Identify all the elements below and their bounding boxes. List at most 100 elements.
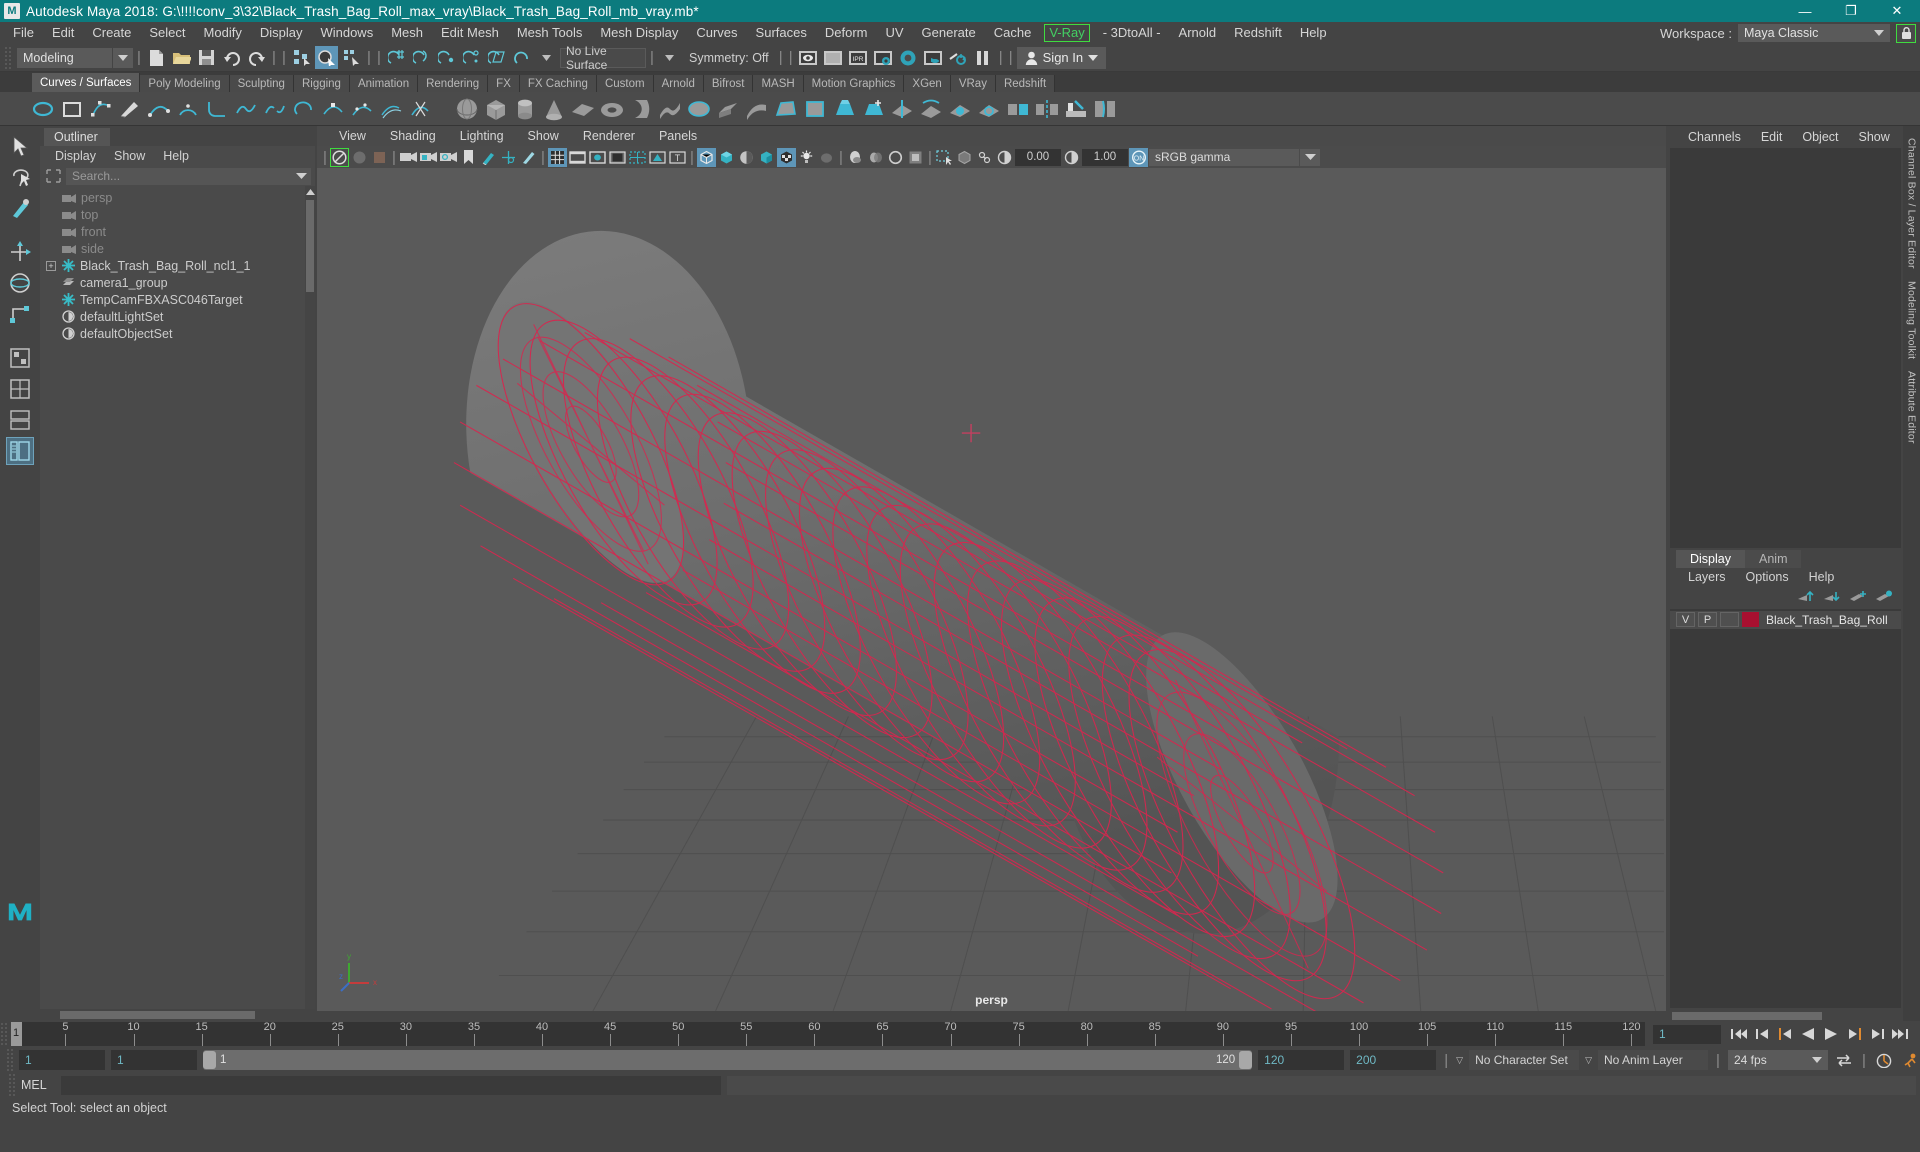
range-slider[interactable]: 1 120 <box>203 1050 1253 1070</box>
anim-layer-field[interactable]: No Anim Layer <box>1598 1050 1708 1070</box>
film-gate-icon[interactable] <box>568 148 587 167</box>
new-layer-from-selection-icon[interactable] <box>1850 590 1867 603</box>
surface-fillet-icon[interactable] <box>1092 96 1118 122</box>
anim-end-field[interactable]: 200 <box>1350 1050 1437 1070</box>
nurbs-cylinder-icon[interactable] <box>512 96 538 122</box>
time-slider[interactable]: 1 5 10 15 20 25 30 35 40 45 50 55 60 65 70 75 80 85 90 95 1… <box>11 1021 1645 1046</box>
grease-pencil-icon[interactable] <box>479 148 498 167</box>
channelbox-menu-show[interactable]: Show <box>1849 130 1900 144</box>
scroll-up-icon[interactable] <box>305 186 315 198</box>
bookmark-camera-icon[interactable] <box>439 148 458 167</box>
current-time-field[interactable]: 1 <box>1653 1024 1721 1044</box>
range-end-field[interactable]: 120 <box>1258 1050 1345 1070</box>
scrollbar-thumb[interactable] <box>1672 1011 1822 1020</box>
oil-paint-icon[interactable] <box>519 148 538 167</box>
command-output[interactable] <box>727 1075 1916 1095</box>
menu-surfaces[interactable]: Surfaces <box>747 22 816 44</box>
menu-mesh-tools[interactable]: Mesh Tools <box>508 22 592 44</box>
tab-display-layers[interactable]: Display <box>1676 549 1745 568</box>
auto-keyframe-icon[interactable] <box>1874 1050 1894 1070</box>
shelf-tab-fx[interactable]: FX <box>488 75 520 92</box>
persp-graph-layout-icon[interactable] <box>6 406 34 434</box>
exposure-field[interactable]: 0.00 <box>1015 148 1061 166</box>
shelf-tab-custom[interactable]: Custom <box>596 75 654 92</box>
field-chart-icon[interactable] <box>628 148 647 167</box>
two-d-pan-zoom-icon[interactable] <box>419 148 438 167</box>
maximize-button[interactable]: ❐ <box>1828 0 1874 22</box>
menu-generate[interactable]: Generate <box>913 22 985 44</box>
arc-three-point-icon[interactable] <box>175 96 201 122</box>
chevron-down-icon[interactable] <box>535 46 558 69</box>
command-input[interactable] <box>61 1075 721 1095</box>
toolbar-drag-handle[interactable] <box>4 45 11 70</box>
four-view-layout-icon[interactable] <box>6 375 34 403</box>
outliner-item-default-light-set[interactable]: defaultLightSet <box>40 308 315 325</box>
step-back-keyframe-icon[interactable] <box>1752 1024 1772 1044</box>
detach-curves-icon[interactable] <box>262 96 288 122</box>
chevron-down-icon[interactable] <box>1300 148 1320 166</box>
outliner-item-front[interactable]: front <box>40 223 315 240</box>
shelf-tab-bifrost[interactable]: Bifrost <box>703 75 754 92</box>
vtab-attribute-editor[interactable]: Attribute Editor <box>1906 365 1918 450</box>
menu-vray[interactable]: V-Ray <box>1044 24 1090 42</box>
layers-menu-options[interactable]: Options <box>1736 570 1799 584</box>
chevron-down-icon[interactable] <box>658 46 681 69</box>
undo-icon[interactable] <box>220 46 243 69</box>
multisample-icon[interactable] <box>886 148 905 167</box>
go-to-start-icon[interactable] <box>1729 1024 1749 1044</box>
menu-curves[interactable]: Curves <box>687 22 746 44</box>
symmetry-selector[interactable]: Symmetry: Off <box>683 51 775 65</box>
nurbs-circle-icon[interactable] <box>30 96 56 122</box>
exposure-icon[interactable] <box>995 148 1014 167</box>
save-scene-icon[interactable] <box>195 46 218 69</box>
resolution-gate-icon[interactable] <box>588 148 607 167</box>
viewport-menu-panels[interactable]: Panels <box>647 129 709 143</box>
flat-shade-icon[interactable] <box>757 148 776 167</box>
shelf-tab-arnold[interactable]: Arnold <box>653 75 704 92</box>
persp-viewport[interactable]: y x z persp <box>317 168 1666 1011</box>
nurbs-cube-icon[interactable] <box>483 96 509 122</box>
workspace-value[interactable]: Maya Classic <box>1738 24 1868 42</box>
channel-box-content[interactable] <box>1670 148 1901 548</box>
select-tool-icon[interactable] <box>6 132 34 160</box>
hypershade-icon[interactable] <box>897 46 920 69</box>
shelf-tab-sculpting[interactable]: Sculpting <box>229 75 294 92</box>
chevron-down-icon[interactable] <box>1868 24 1890 42</box>
trim-tool-icon[interactable] <box>947 96 973 122</box>
paint-select-tool-icon[interactable] <box>6 194 34 222</box>
menu-help[interactable]: Help <box>1291 22 1336 44</box>
layer-visibility-toggle[interactable]: V <box>1676 612 1695 627</box>
playback-loop-icon[interactable] <box>1834 1050 1854 1070</box>
open-scene-icon[interactable] <box>170 46 193 69</box>
menu-set-selector[interactable]: Modeling <box>17 47 112 68</box>
scale-tool-icon[interactable] <box>6 300 34 328</box>
step-back-frame-icon[interactable] <box>1775 1024 1795 1044</box>
gate-mask-icon[interactable] <box>608 148 627 167</box>
snap-to-projected-center-icon[interactable] <box>460 46 483 69</box>
menu-modify[interactable]: Modify <box>195 22 251 44</box>
cv-curve-tool-icon[interactable] <box>88 96 114 122</box>
camera-attributes-icon[interactable] <box>370 148 389 167</box>
shaded-textured-icon[interactable] <box>737 148 756 167</box>
lock-icon[interactable] <box>1896 23 1916 43</box>
offset-curve-icon[interactable] <box>378 96 404 122</box>
menu-select[interactable]: Select <box>140 22 194 44</box>
magnet-icon[interactable] <box>510 46 533 69</box>
vtab-channel-box-layer-editor[interactable]: Channel Box / Layer Editor <box>1906 132 1918 275</box>
tab-anim-layers[interactable]: Anim <box>1745 549 1802 568</box>
playback-speed-selector[interactable]: 24 fps <box>1728 1050 1806 1070</box>
lasso-select-tool-icon[interactable] <box>6 163 34 191</box>
color-space-selector[interactable]: sRGB gamma <box>1149 148 1299 166</box>
command-language-label[interactable]: MEL <box>21 1078 55 1092</box>
bevel-plus-icon[interactable] <box>860 96 886 122</box>
layer-color-swatch[interactable] <box>1742 612 1759 627</box>
layer-name[interactable]: Black_Trash_Bag_Roll <box>1766 613 1888 627</box>
redo-icon[interactable] <box>245 46 268 69</box>
xray-joints-icon[interactable] <box>975 148 994 167</box>
viewport-menu-lighting[interactable]: Lighting <box>448 129 516 143</box>
motion-blur-icon[interactable] <box>866 148 885 167</box>
snap-to-point-icon[interactable] <box>435 46 458 69</box>
range-start-handle[interactable] <box>203 1051 216 1069</box>
planar-icon[interactable] <box>686 96 712 122</box>
smooth-shade-icon[interactable] <box>717 148 736 167</box>
